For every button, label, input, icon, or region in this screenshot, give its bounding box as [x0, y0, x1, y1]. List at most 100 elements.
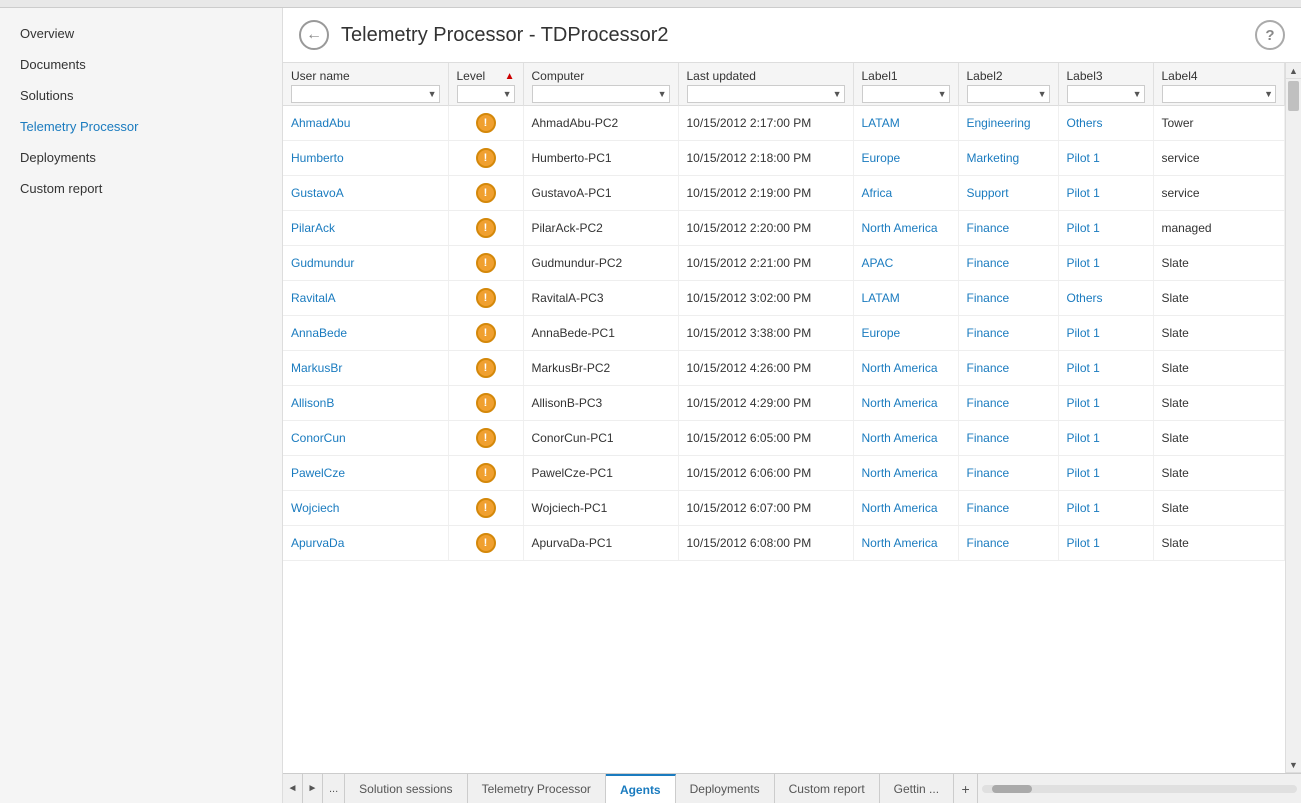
- cell-username[interactable]: Humberto: [283, 141, 448, 176]
- cell-computer[interactable]: AhmadAbu-PC2: [523, 106, 678, 141]
- cell-label1[interactable]: LATAM: [853, 106, 958, 141]
- scroll-up-btn[interactable]: ▲: [1286, 63, 1301, 79]
- cell-label1[interactable]: North America: [853, 456, 958, 491]
- tab-prev-btn[interactable]: ◄: [283, 774, 303, 803]
- cell-username[interactable]: ConorCun: [283, 421, 448, 456]
- sidebar-item-overview[interactable]: Overview: [0, 18, 282, 49]
- cell-computer[interactable]: PilarAck-PC2: [523, 211, 678, 246]
- scroll-down-btn[interactable]: ▼: [1286, 757, 1301, 773]
- cell-username[interactable]: MarkusBr: [283, 351, 448, 386]
- cell-label1[interactable]: North America: [853, 351, 958, 386]
- cell-computer[interactable]: PawelCze-PC1: [523, 456, 678, 491]
- bottom-tab-custom-report[interactable]: Custom report: [775, 774, 880, 803]
- filter-label2[interactable]: ▼: [967, 85, 1050, 103]
- filter-label4[interactable]: ▼: [1162, 85, 1277, 103]
- tab-more-btn[interactable]: ...: [323, 774, 345, 803]
- cell-username[interactable]: PawelCze: [283, 456, 448, 491]
- cell-label1[interactable]: LATAM: [853, 281, 958, 316]
- cell-label2[interactable]: Finance: [958, 246, 1058, 281]
- cell-label1[interactable]: Africa: [853, 176, 958, 211]
- col-header-label3[interactable]: Label3▼: [1058, 63, 1153, 106]
- cell-label3[interactable]: Pilot 1: [1058, 386, 1153, 421]
- cell-label3[interactable]: Pilot 1: [1058, 246, 1153, 281]
- cell-label3[interactable]: Pilot 1: [1058, 141, 1153, 176]
- cell-label1[interactable]: Europe: [853, 141, 958, 176]
- sidebar-item-deployments[interactable]: Deployments: [0, 142, 282, 173]
- col-header-label1[interactable]: Label1▼: [853, 63, 958, 106]
- cell-username[interactable]: ApurvaDa: [283, 526, 448, 561]
- cell-label2[interactable]: Finance: [958, 386, 1058, 421]
- cell-label2[interactable]: Finance: [958, 456, 1058, 491]
- cell-label3[interactable]: Pilot 1: [1058, 176, 1153, 211]
- cell-computer[interactable]: GustavoA-PC1: [523, 176, 678, 211]
- col-header-username[interactable]: User name▼: [283, 63, 448, 106]
- cell-label3[interactable]: Pilot 1: [1058, 456, 1153, 491]
- help-button[interactable]: ?: [1255, 20, 1285, 50]
- cell-label2[interactable]: Finance: [958, 351, 1058, 386]
- cell-computer[interactable]: ConorCun-PC1: [523, 421, 678, 456]
- cell-label1[interactable]: North America: [853, 421, 958, 456]
- bottom-tab-telemetry-processor[interactable]: Telemetry Processor: [468, 774, 606, 803]
- cell-label3[interactable]: Pilot 1: [1058, 211, 1153, 246]
- cell-label2[interactable]: Finance: [958, 316, 1058, 351]
- cell-label1[interactable]: APAC: [853, 246, 958, 281]
- tab-add-btn[interactable]: +: [954, 774, 978, 803]
- tab-next-btn[interactable]: ►: [303, 774, 323, 803]
- cell-label2[interactable]: Finance: [958, 491, 1058, 526]
- cell-label1[interactable]: Europe: [853, 316, 958, 351]
- bottom-tab-solution-sessions[interactable]: Solution sessions: [345, 774, 467, 803]
- filter-username[interactable]: ▼: [291, 85, 440, 103]
- cell-label3[interactable]: Others: [1058, 281, 1153, 316]
- cell-label3[interactable]: Pilot 1: [1058, 526, 1153, 561]
- cell-computer[interactable]: AllisonB-PC3: [523, 386, 678, 421]
- cell-label1[interactable]: North America: [853, 526, 958, 561]
- bottom-tab-agents[interactable]: Agents: [606, 774, 676, 803]
- cell-label2[interactable]: Marketing: [958, 141, 1058, 176]
- filter-computer[interactable]: ▼: [532, 85, 670, 103]
- bottom-tab-deployments[interactable]: Deployments: [676, 774, 775, 803]
- filter-lastupdated[interactable]: ▼: [687, 85, 845, 103]
- filter-level[interactable]: ▼: [457, 85, 515, 103]
- bottom-tab-gettin[interactable]: Gettin ...: [880, 774, 954, 803]
- sidebar-item-documents[interactable]: Documents: [0, 49, 282, 80]
- cell-username[interactable]: AhmadAbu: [283, 106, 448, 141]
- cell-computer[interactable]: Gudmundur-PC2: [523, 246, 678, 281]
- cell-username[interactable]: AllisonB: [283, 386, 448, 421]
- cell-computer[interactable]: AnnaBede-PC1: [523, 316, 678, 351]
- cell-username[interactable]: Gudmundur: [283, 246, 448, 281]
- cell-label2[interactable]: Engineering: [958, 106, 1058, 141]
- cell-computer[interactable]: Wojciech-PC1: [523, 491, 678, 526]
- cell-computer[interactable]: ApurvaDa-PC1: [523, 526, 678, 561]
- sidebar-item-telemetry-processor[interactable]: Telemetry Processor: [0, 111, 282, 142]
- cell-label3[interactable]: Pilot 1: [1058, 351, 1153, 386]
- cell-label2[interactable]: Finance: [958, 421, 1058, 456]
- col-header-lastupdated[interactable]: Last updated▼: [678, 63, 853, 106]
- sidebar-item-solutions[interactable]: Solutions: [0, 80, 282, 111]
- cell-computer[interactable]: MarkusBr-PC2: [523, 351, 678, 386]
- col-header-level[interactable]: Level▲▼: [448, 63, 523, 106]
- cell-computer[interactable]: RavitalA-PC3: [523, 281, 678, 316]
- cell-label1[interactable]: North America: [853, 386, 958, 421]
- tab-scrollbar-thumb[interactable]: [992, 785, 1032, 793]
- cell-username[interactable]: RavitalA: [283, 281, 448, 316]
- cell-label3[interactable]: Pilot 1: [1058, 491, 1153, 526]
- cell-label1[interactable]: North America: [853, 491, 958, 526]
- col-header-computer[interactable]: Computer▼: [523, 63, 678, 106]
- cell-username[interactable]: PilarAck: [283, 211, 448, 246]
- cell-label2[interactable]: Finance: [958, 211, 1058, 246]
- back-button[interactable]: ←: [299, 20, 329, 50]
- scroll-thumb[interactable]: [1288, 81, 1299, 111]
- cell-label2[interactable]: Support: [958, 176, 1058, 211]
- cell-label3[interactable]: Others: [1058, 106, 1153, 141]
- col-header-label4[interactable]: Label4▼: [1153, 63, 1285, 106]
- col-header-label2[interactable]: Label2▼: [958, 63, 1058, 106]
- cell-label2[interactable]: Finance: [958, 281, 1058, 316]
- filter-label3[interactable]: ▼: [1067, 85, 1145, 103]
- cell-label1[interactable]: North America: [853, 211, 958, 246]
- data-table-container[interactable]: User name▼Level▲▼Computer▼Last updated▼L…: [283, 63, 1285, 773]
- cell-username[interactable]: GustavoA: [283, 176, 448, 211]
- cell-username[interactable]: AnnaBede: [283, 316, 448, 351]
- cell-label3[interactable]: Pilot 1: [1058, 316, 1153, 351]
- cell-label2[interactable]: Finance: [958, 526, 1058, 561]
- cell-label3[interactable]: Pilot 1: [1058, 421, 1153, 456]
